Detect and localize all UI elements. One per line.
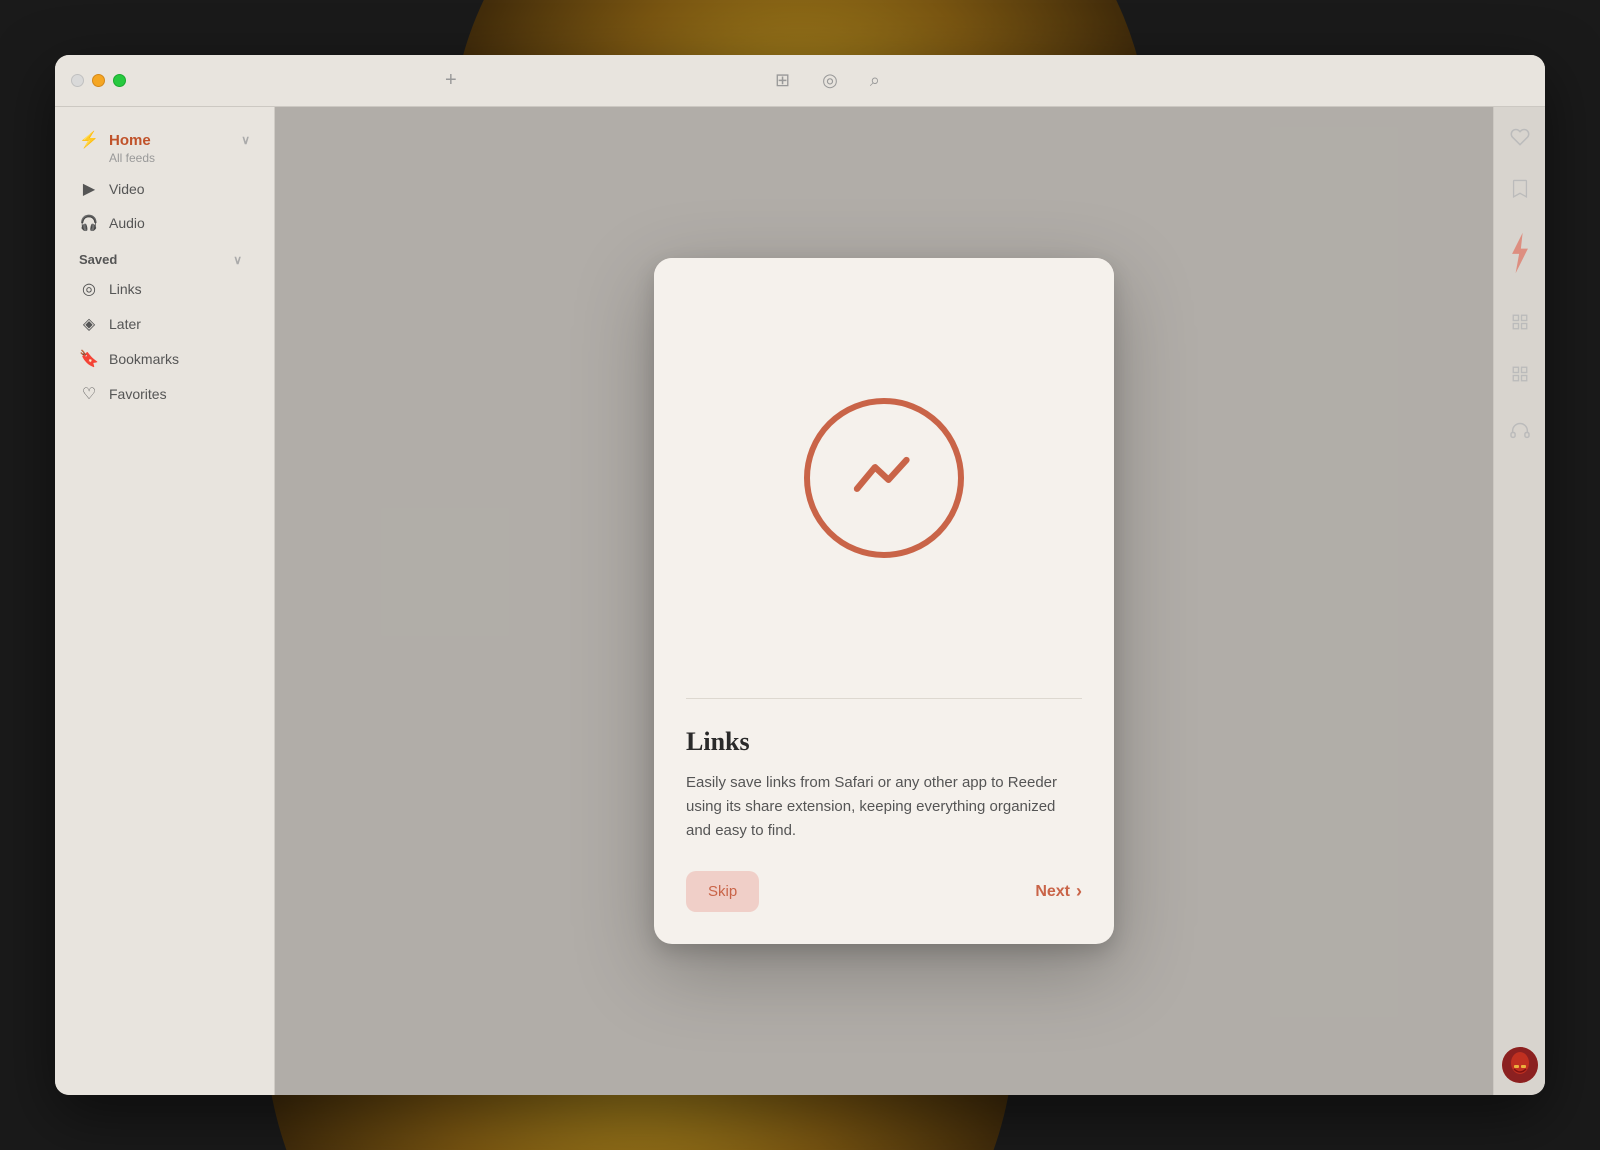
- modal-content: Links Easily save links from Safari or a…: [654, 699, 1114, 944]
- minimize-button[interactable]: [92, 74, 105, 87]
- sidebar-item-later[interactable]: ◈ Later: [63, 307, 266, 341]
- saved-chevron: ∨: [233, 253, 250, 267]
- lightning-decoration: [1505, 231, 1535, 280]
- maximize-button[interactable]: [113, 74, 126, 87]
- messenger-svg: [839, 433, 929, 523]
- home-label: Home: [109, 132, 151, 149]
- modal-description: Easily save links from Safari or any oth…: [686, 771, 1082, 843]
- right-panel: [1493, 107, 1545, 1095]
- sidebar-item-audio[interactable]: 🎧 Audio: [63, 207, 266, 239]
- bookmark-icon-1[interactable]: [1502, 171, 1538, 207]
- titlebar-center: ⊞ ◎ ⌕: [126, 70, 1529, 91]
- home-icon: ⚡: [79, 130, 99, 150]
- audio-label: Audio: [109, 215, 250, 231]
- modal-illustration: [654, 258, 1114, 698]
- main-panel: Links Easily save links from Safari or a…: [275, 107, 1493, 1095]
- messenger-icon-circle: [804, 398, 964, 558]
- avatar-container[interactable]: [1502, 1047, 1538, 1083]
- sidebar-item-favorites[interactable]: ♡ Favorites: [63, 377, 266, 411]
- traffic-lights: [71, 74, 126, 87]
- next-button[interactable]: Next ›: [1035, 881, 1082, 902]
- close-button[interactable]: [71, 74, 84, 87]
- search-icon[interactable]: ⌕: [870, 70, 880, 91]
- grid-icon-1[interactable]: [1502, 304, 1538, 340]
- later-label: Later: [109, 316, 250, 332]
- favorites-label: Favorites: [109, 386, 250, 402]
- bookmarks-label: Bookmarks: [109, 351, 250, 367]
- saved-label: Saved: [79, 252, 117, 267]
- messenger-bolt: [839, 433, 929, 523]
- modal-actions: Skip Next ›: [686, 871, 1082, 912]
- sidebar: ⚡ Home ∨ All feeds ▶ Video 🎧 Audio Saved…: [55, 107, 275, 1095]
- links-icon: ◎: [79, 279, 99, 299]
- heart-icon[interactable]: [1502, 119, 1538, 155]
- add-tab-button[interactable]: +: [445, 69, 457, 92]
- next-chevron: ›: [1076, 881, 1082, 902]
- next-label: Next: [1035, 883, 1070, 901]
- sidebar-item-links[interactable]: ◎ Links: [63, 272, 266, 306]
- sidebar-item-bookmarks[interactable]: 🔖 Bookmarks: [63, 342, 266, 376]
- saved-section-header[interactable]: Saved ∨: [55, 240, 274, 271]
- modal-card: Links Easily save links from Safari or a…: [654, 258, 1114, 944]
- app-window: + ⊞ ◎ ⌕ ⚡ Home ∨ All feeds ▶ Video: [55, 55, 1545, 1095]
- audio-icon: 🎧: [79, 214, 99, 232]
- content-area: ⚡ Home ∨ All feeds ▶ Video 🎧 Audio Saved…: [55, 107, 1545, 1095]
- headphones-icon[interactable]: [1502, 412, 1538, 448]
- layout-icon[interactable]: ⊞: [775, 70, 790, 91]
- bookmarks-icon: 🔖: [79, 349, 99, 369]
- home-sublabel: All feeds: [79, 151, 250, 165]
- video-icon: ▶: [79, 179, 99, 199]
- links-label: Links: [109, 281, 250, 297]
- sidebar-item-video[interactable]: ▶ Video: [63, 172, 266, 206]
- titlebar: + ⊞ ◎ ⌕: [55, 55, 1545, 107]
- help-icon[interactable]: ◎: [822, 70, 838, 91]
- skip-button[interactable]: Skip: [686, 871, 759, 912]
- later-icon: ◈: [79, 314, 99, 334]
- modal-title: Links: [686, 727, 1082, 757]
- modal-overlay: Links Easily save links from Safari or a…: [275, 107, 1493, 1095]
- home-chevron: ∨: [241, 133, 250, 147]
- home-top: ⚡ Home ∨: [79, 130, 250, 150]
- grid-icon-2[interactable]: [1502, 356, 1538, 392]
- sidebar-item-home[interactable]: ⚡ Home ∨ All feeds: [63, 124, 266, 171]
- video-label: Video: [109, 181, 250, 197]
- user-avatar[interactable]: [1502, 1047, 1538, 1083]
- favorites-icon: ♡: [79, 384, 99, 404]
